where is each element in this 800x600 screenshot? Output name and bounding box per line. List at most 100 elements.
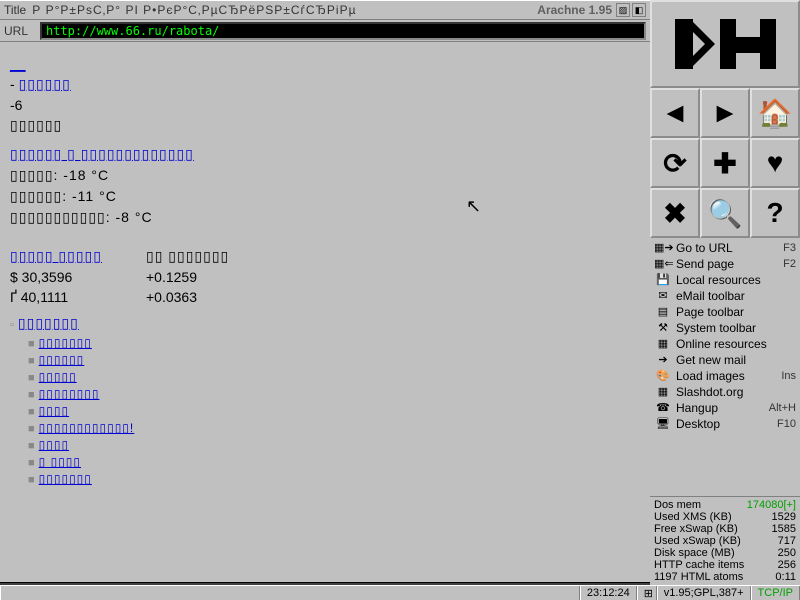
link-weather[interactable]: ▯▯▯▯▯▯ ▯ ▯▯▯▯▯▯▯▯▯▯▯▯▯ — [10, 146, 194, 162]
stat-label: Free xSwap (KB) — [654, 523, 738, 535]
menu-item[interactable]: ▦Slashdot.org — [650, 384, 800, 400]
back-button[interactable]: ◄ — [650, 88, 700, 138]
menu-label: Online resources — [676, 337, 796, 351]
list-item[interactable]: ▯ ▯▯▯▯ — [39, 455, 81, 469]
menu-label: Hangup — [676, 401, 769, 415]
bullet-icon: ■ — [28, 355, 35, 367]
stat-label: HTTP cache items — [654, 559, 744, 571]
stat-row: Disk space (MB)250 — [654, 547, 796, 559]
menu-shortcut: F2 — [783, 258, 796, 270]
stats-panel: Dos mem174080[+]Used XMS (KB)1529Free xS… — [650, 496, 800, 585]
url-label: URL — [4, 24, 40, 38]
stat-label: 1197 HTML atoms — [654, 571, 743, 583]
weather-3: ▯▯▯▯▯▯▯▯▯▯▯: -8 °C — [10, 209, 640, 226]
menu-item[interactable]: 🖥 DesktopF10 — [650, 416, 800, 432]
link-top[interactable]: __ — [10, 56, 26, 72]
stat-value: 1529 — [772, 511, 796, 523]
logo-icon[interactable] — [650, 0, 800, 88]
forward-button[interactable]: ► — [700, 88, 750, 138]
stat-row: Used XMS (KB) 1529 — [654, 511, 796, 523]
menu-icon: ▤ — [654, 305, 672, 319]
list-item[interactable]: ▯▯▯▯ — [39, 404, 69, 418]
menu-icon: ☎ — [654, 401, 672, 415]
close-button[interactable]: ✖ — [650, 188, 700, 238]
rate-usd: $ 30,3596 — [10, 269, 130, 285]
menu-shortcut: F10 — [777, 418, 796, 430]
bullet-icon: ■ — [28, 474, 35, 486]
list-item[interactable]: ▯▯▯▯▯▯▯ — [39, 336, 92, 350]
stat-label: Disk space (MB) — [654, 547, 735, 559]
nav-icon-grid: ◄ ► 🏠 ⟳ ✚ ♥ ✖ 🔍 ? — [650, 0, 800, 238]
title-icon-2[interactable]: ◧ — [632, 3, 646, 17]
browser-brand: Arachne 1.95 — [537, 3, 612, 17]
menu-item[interactable]: ▤Page toolbar — [650, 304, 800, 320]
menu-icon: ▦➔ — [654, 241, 672, 255]
stat-value: 0:11 — [775, 571, 796, 583]
menu-icon: ▦ — [654, 385, 672, 399]
menu-list: ▦➔Go to URLF3▦⇐Send pageF2💾Local resourc… — [650, 238, 800, 496]
link-rates[interactable]: ▯▯▯▯▯ ▯▯▯▯▯ — [10, 248, 102, 264]
text-rates: ▯▯ ▯▯▯▯▯▯▯ — [146, 248, 229, 265]
status-icon: ⊞ — [637, 586, 657, 600]
url-input[interactable] — [40, 22, 646, 40]
bullet-icon: ■ — [28, 406, 35, 418]
weather-2: ▯▯▯▯▯▯: -11 °C — [10, 188, 640, 205]
status-net: TCP/IP — [751, 586, 800, 600]
favorite-button[interactable]: ♥ — [750, 138, 800, 188]
stat-label: Used xSwap (KB) — [654, 535, 741, 547]
stat-row: Dos mem174080[+] — [654, 499, 796, 511]
list-item[interactable]: ▯▯▯▯▯▯▯▯ — [39, 387, 100, 401]
menu-label: Desktop — [676, 417, 777, 431]
menu-item[interactable]: ➔Get new mail — [650, 352, 800, 368]
bullet-icon: ■ — [28, 457, 35, 469]
menu-item[interactable]: ⚒System toolbar — [650, 320, 800, 336]
menu-label: System toolbar — [676, 321, 796, 335]
stat-row: HTTP cache items256 — [654, 559, 796, 571]
list-head-link[interactable]: ▯▯▯▯▯▯▯ — [18, 315, 79, 331]
menu-item[interactable]: ▦⇐Send pageF2 — [650, 256, 800, 272]
menu-item[interactable]: ▦➔ Go to URLF3 — [650, 240, 800, 256]
separator — [0, 582, 650, 585]
text-minus6: -6 — [10, 97, 640, 113]
rate-usd-delta: +0.1259 — [146, 269, 197, 285]
menu-label: Load images — [676, 369, 781, 383]
bullet-icon: ▫ — [10, 319, 14, 331]
bullet-icon: ■ — [28, 338, 35, 350]
reload-button[interactable]: ⟳ — [650, 138, 700, 188]
list-item[interactable]: ▯▯▯▯ — [39, 438, 69, 452]
menu-item[interactable]: 💾Local resources — [650, 272, 800, 288]
home-button[interactable]: 🏠 — [750, 88, 800, 138]
status-version: v1.95;GPL,387+ — [657, 586, 751, 600]
menu-icon: 🎨 — [654, 369, 672, 383]
url-bar: URL — [0, 20, 650, 42]
bullet-icon: ■ — [28, 372, 35, 384]
text-glyph-1: ▯▯▯▯▯▯ — [10, 117, 640, 134]
stat-label: Dos mem — [654, 499, 701, 511]
menu-item[interactable]: ☎HangupAlt+H — [650, 400, 800, 416]
title-bar: Title Р Р°Р±РѕС‚Р° РІ Р•РєР°С‚РµСЂРёРЅР±… — [0, 0, 650, 20]
stat-label: Used XMS (KB) — [654, 511, 732, 523]
menu-item[interactable]: ✉eMail toolbar — [650, 288, 800, 304]
search-button[interactable]: 🔍 — [700, 188, 750, 238]
add-button[interactable]: ✚ — [700, 138, 750, 188]
bullet-icon: ■ — [28, 389, 35, 401]
list-item[interactable]: ▯▯▯▯▯ — [39, 370, 77, 384]
title-icon-1[interactable]: ▨ — [616, 3, 630, 17]
bullet-icon: ■ — [28, 423, 35, 435]
list-item[interactable]: ▯▯▯▯▯▯ — [39, 353, 85, 367]
link-1[interactable]: ▯▯▯▯▯▯ — [19, 76, 71, 92]
menu-item[interactable]: ▦Online resources — [650, 336, 800, 352]
stat-value: 1585 — [772, 523, 796, 535]
stat-row: Used xSwap (KB)717 — [654, 535, 796, 547]
rate-eur-delta: +0.0363 — [146, 289, 197, 305]
menu-shortcut: F3 — [783, 242, 796, 254]
menu-label: Go to URL — [676, 241, 783, 255]
menu-item[interactable]: 🎨Load imagesIns — [650, 368, 800, 384]
help-button[interactable]: ? — [750, 188, 800, 238]
menu-icon: 🖥 — [654, 417, 672, 431]
stat-row: Free xSwap (KB) 1585 — [654, 523, 796, 535]
list-item[interactable]: ▯▯▯▯▯▯▯ — [39, 472, 92, 486]
menu-icon: ➔ — [654, 353, 672, 367]
list-item[interactable]: ▯▯▯▯▯▯▯▯▯▯▯▯! — [39, 421, 135, 435]
rate-eur: Ґ 40,1111 — [10, 289, 130, 305]
